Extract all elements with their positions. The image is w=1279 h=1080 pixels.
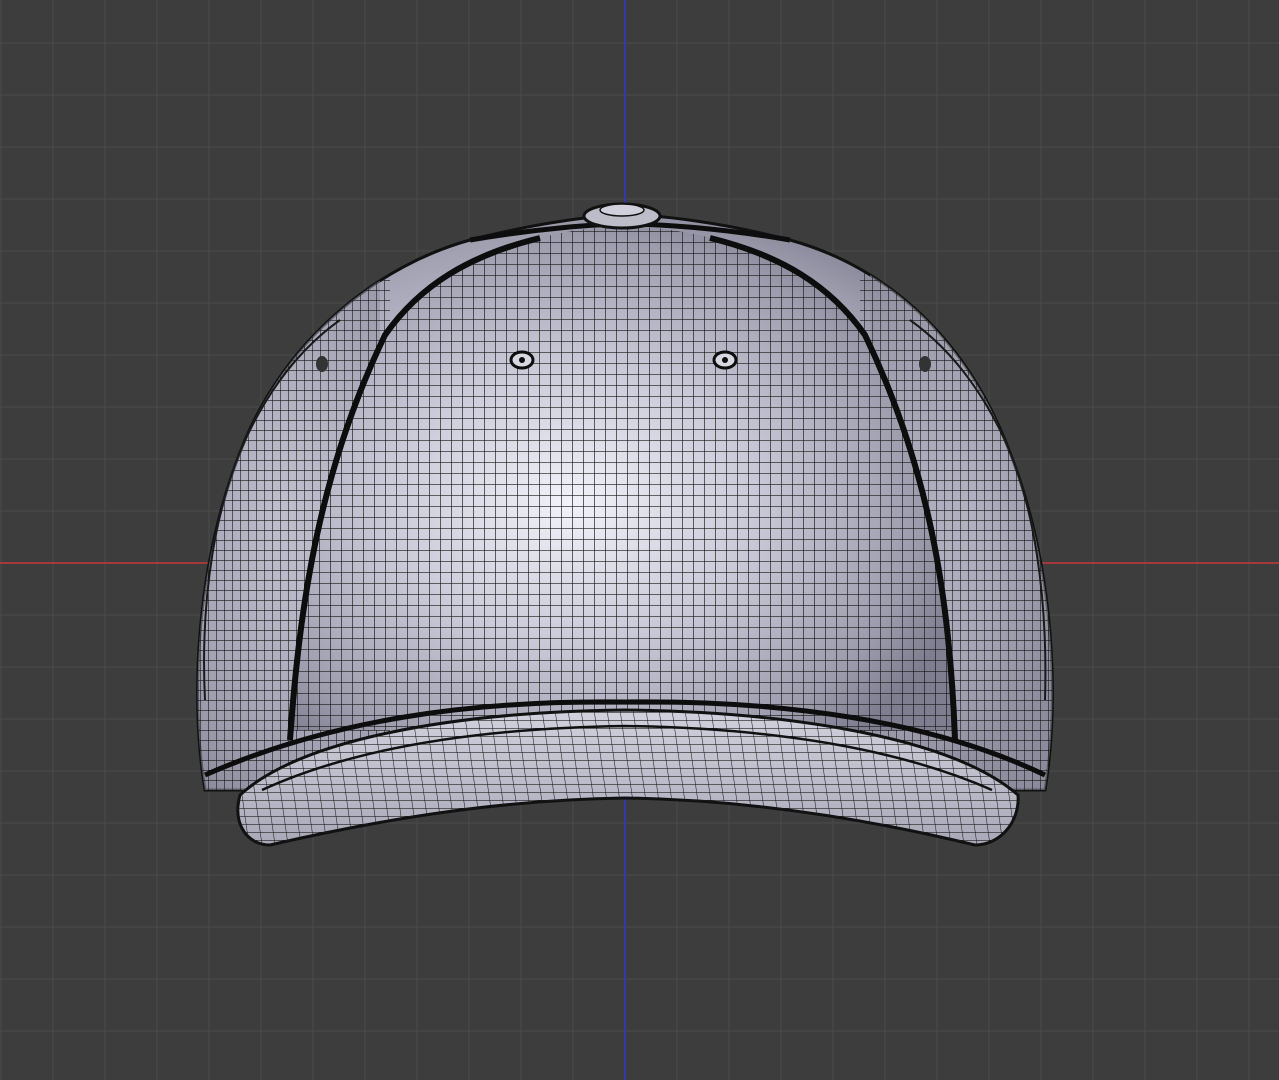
3d-viewport[interactable]: [0, 0, 1279, 1080]
eyelet-front-left: [509, 350, 535, 370]
eyelet-side-left: [316, 356, 328, 372]
viewport-canvas[interactable]: [0, 0, 1279, 1080]
eyelet-side-right: [919, 356, 931, 372]
eyelet-front-right: [712, 350, 738, 370]
